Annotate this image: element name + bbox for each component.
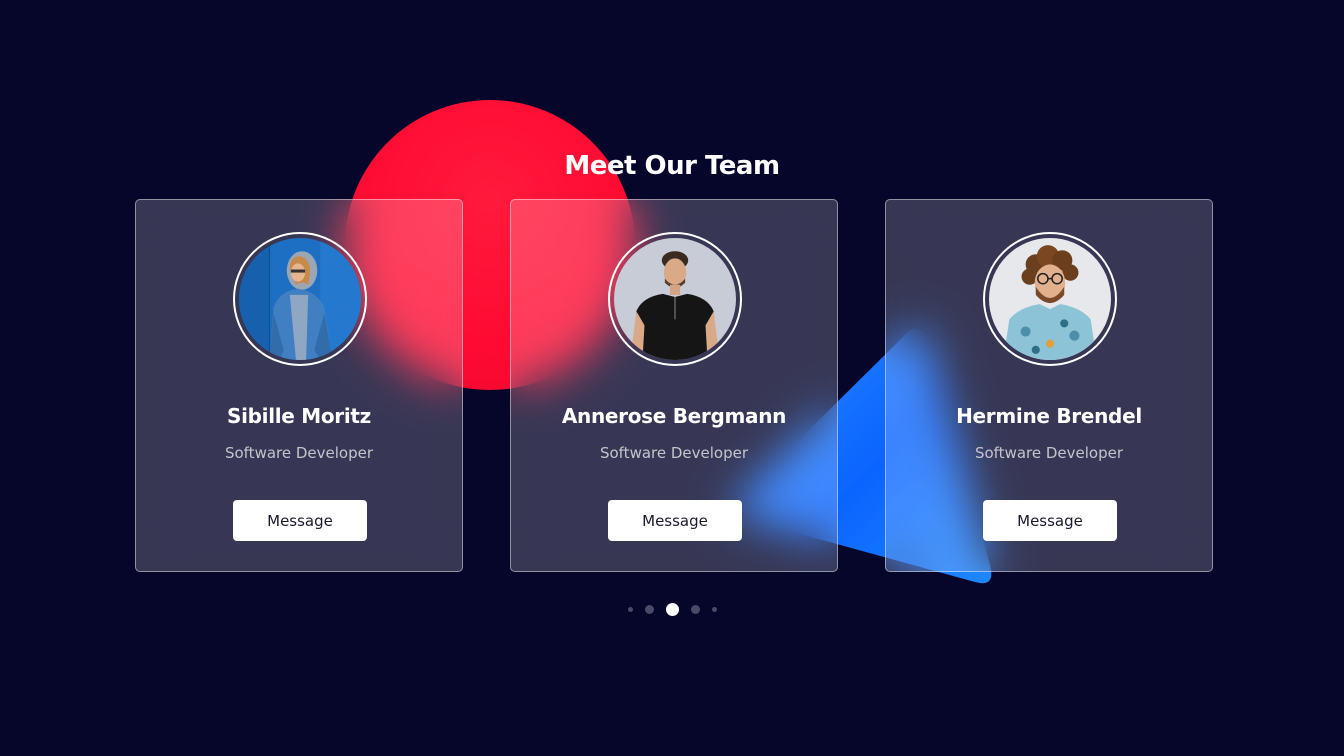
pagination-dot[interactable] bbox=[644, 604, 654, 614]
member-role: Software Developer bbox=[224, 444, 374, 462]
portrait-man-icon bbox=[614, 238, 736, 360]
member-name: Sibille Moritz bbox=[226, 404, 372, 428]
avatar bbox=[233, 232, 367, 366]
pagination-dot[interactable] bbox=[627, 606, 633, 612]
carousel-pagination bbox=[0, 600, 1344, 618]
member-name: Annerose Bergmann bbox=[561, 404, 787, 428]
message-button[interactable]: Message bbox=[233, 500, 367, 541]
member-name: Hermine Brendel bbox=[956, 404, 1142, 428]
pagination-dot[interactable] bbox=[711, 606, 717, 612]
section-title: Meet Our Team bbox=[564, 151, 780, 182]
message-button[interactable]: Message bbox=[983, 500, 1117, 541]
member-role: Software Developer bbox=[974, 444, 1124, 462]
avatar bbox=[983, 232, 1117, 366]
member-role: Software Developer bbox=[599, 444, 749, 462]
team-card: Sibille Moritz Software Developer Messag… bbox=[135, 199, 463, 572]
message-button[interactable]: Message bbox=[608, 500, 742, 541]
team-card: Hermine Brendel Software Developer Messa… bbox=[885, 199, 1213, 572]
portrait-woman-icon bbox=[239, 238, 361, 360]
team-section: Meet Our Team Sibille Moritz Software De… bbox=[0, 0, 1344, 756]
pagination-dot-active[interactable] bbox=[665, 602, 679, 616]
team-card: Annerose Bergmann Software Developer Mes… bbox=[510, 199, 838, 572]
avatar bbox=[608, 232, 742, 366]
pagination-dot[interactable] bbox=[690, 604, 700, 614]
portrait-curly-man-icon bbox=[989, 238, 1111, 360]
